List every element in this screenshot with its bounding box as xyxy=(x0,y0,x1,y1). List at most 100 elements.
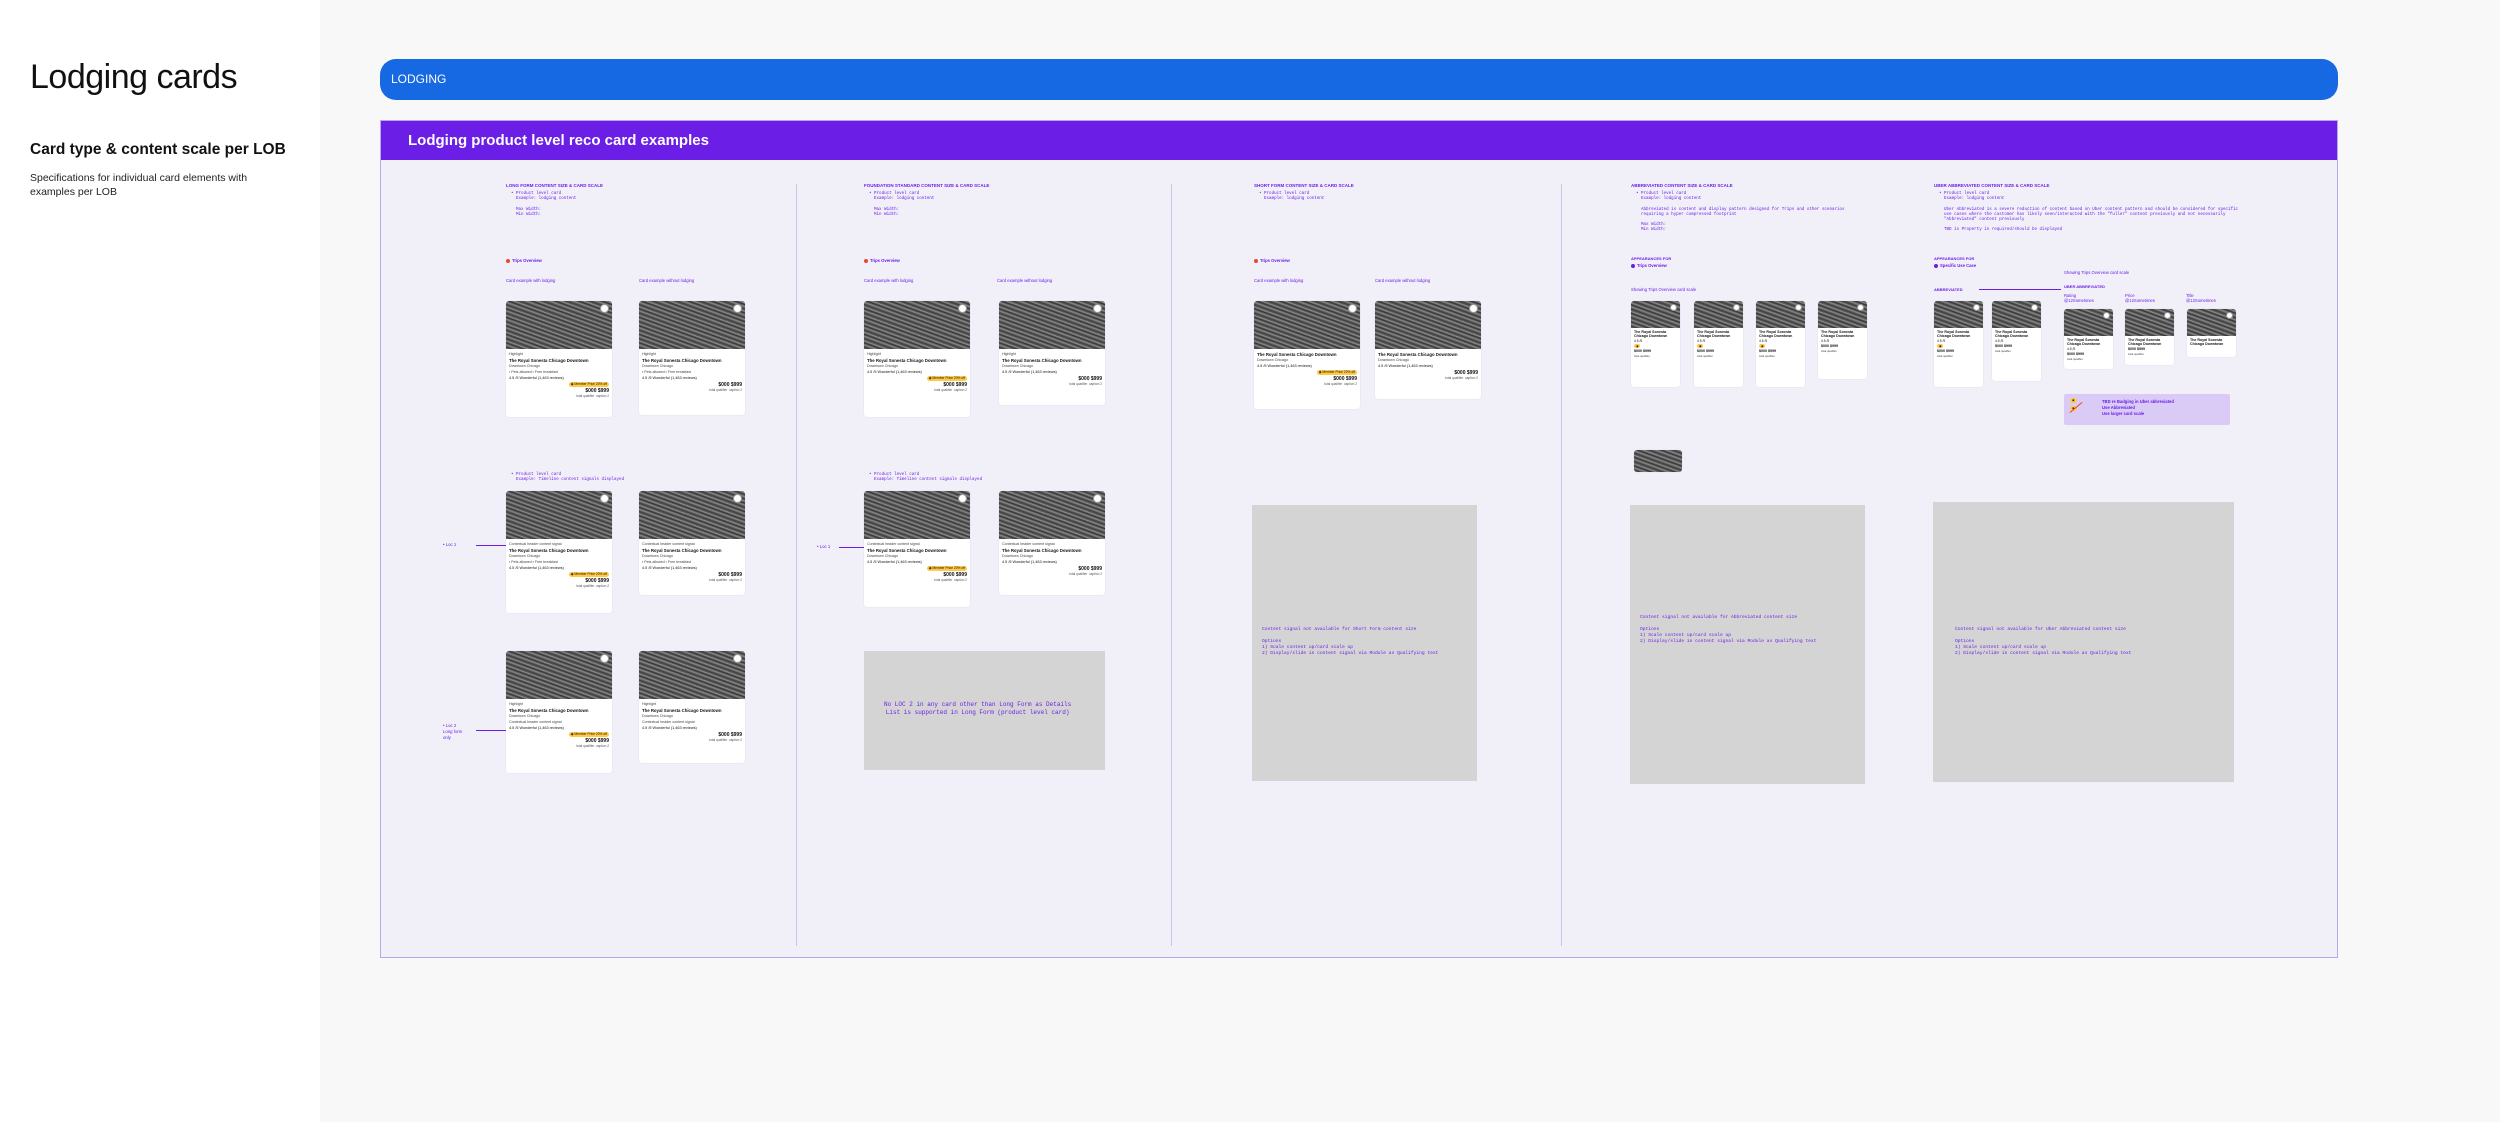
lodging-card[interactable]: Highlight The Royal Sonesta Chicago Downt… xyxy=(999,301,1105,405)
price-qualifier: total qualifier caption 2 xyxy=(934,388,967,392)
card-example-label: Card example with lodging xyxy=(506,278,556,283)
appears-for-heading: APPEARANCES FOR xyxy=(1934,256,1975,261)
favorite-heart-icon[interactable] xyxy=(958,304,967,313)
loc2-callout: • Loc 2 Long form only xyxy=(443,723,463,740)
favorite-heart-icon[interactable] xyxy=(1093,494,1102,503)
favorite-heart-icon[interactable] xyxy=(1469,304,1478,313)
appears-for-tag: Trips Overview xyxy=(1631,263,1667,268)
favorite-heart-icon[interactable] xyxy=(1795,304,1802,311)
hotel-location: Downtown Chicago xyxy=(642,714,673,718)
lodging-card[interactable]: Contextual header content signal The Roya… xyxy=(639,491,745,595)
amenities: ▪ Pets allowed ▪ Free breakfast xyxy=(509,560,559,564)
hotel-photo xyxy=(1375,301,1481,349)
hotel-photo xyxy=(506,491,612,539)
favorite-heart-icon[interactable] xyxy=(1348,304,1357,313)
lodging-card[interactable]: Highlight The Royal Sonesta Chicago Downt… xyxy=(639,301,745,415)
lodging-card[interactable]: The Royal Sonesta Chicago Downtown Downto… xyxy=(1375,301,1481,399)
amenities: ▪ Pets allowed ▪ Free breakfast xyxy=(642,560,692,564)
section-title: UBER ABBREVIATED CONTENT SIZE & CARD SCA… xyxy=(1934,183,2050,188)
abbreviated-card[interactable]: The Royal Sonesta Chicago Downtown 4.5 /5… xyxy=(1694,301,1743,387)
price: $000 $999 xyxy=(1634,349,1651,353)
favorite-heart-icon[interactable] xyxy=(1733,304,1740,311)
lodging-card[interactable]: Highlight The Royal Sonesta Chicago Downt… xyxy=(864,301,970,417)
hotel-photo xyxy=(864,301,970,349)
favorite-heart-icon[interactable] xyxy=(958,494,967,503)
abbreviated-card[interactable]: The Royal Sonesta Chicago Downtown 4.5 /5… xyxy=(1756,301,1805,387)
abbreviated-card[interactable]: The Royal Sonesta Chicago Downtown 4.5 /5… xyxy=(1818,301,1867,379)
reco-card-board: Lodging product level reco card examples… xyxy=(380,120,2338,958)
minimized-card-preview[interactable] xyxy=(1634,450,1682,472)
appears-for-tag: Trips Overview xyxy=(864,258,900,263)
hotel-name: The Royal Sonesta Chicago Downtown xyxy=(509,548,589,553)
lodging-section-bar[interactable]: LODGING xyxy=(380,59,2338,100)
abbreviated-card[interactable]: The Royal Sonesta Chicago Downtown 4.5 /5… xyxy=(1934,301,1983,387)
favorite-heart-icon[interactable] xyxy=(733,654,742,663)
status-dot-icon xyxy=(864,258,868,263)
appears-for-label: Specific Use Case xyxy=(1940,263,1977,268)
favorite-heart-icon[interactable] xyxy=(2226,312,2233,319)
column-divider xyxy=(796,184,797,946)
hotel-photo xyxy=(506,651,612,699)
lodging-card[interactable]: Contextual header content signal The Roya… xyxy=(864,491,970,607)
lodging-card[interactable]: Contextual header content signal The Roya… xyxy=(999,491,1105,595)
favorite-heart-icon[interactable] xyxy=(733,304,742,313)
column-divider xyxy=(1171,184,1172,946)
hotel-photo xyxy=(1254,301,1360,349)
card-example-label: Card example with lodging xyxy=(1254,278,1304,283)
section-title: SHORT FORM CONTENT SIZE & CARD SCALE xyxy=(1254,183,1354,188)
price-qualifier: total qualifier xyxy=(1937,354,1953,358)
favorite-heart-icon[interactable] xyxy=(600,494,609,503)
appears-for-tag: Trips Overview xyxy=(506,258,542,263)
uber-abbreviated-label: UBER ABBREVIATED xyxy=(2064,284,2105,289)
member-price-badge: ◉ Member Price 20% off xyxy=(1316,370,1357,375)
abbreviated-unavailable-placeholder: Content signal not available for Abbrevi… xyxy=(1630,505,1865,784)
spec-text: • Product level card Example: lodging co… xyxy=(869,192,935,217)
status-dot-icon xyxy=(1934,263,1938,268)
rating: 4.5 /5 Wonderful (1,463 reviews) xyxy=(642,376,697,380)
price-qualifier: total qualifier caption 2 xyxy=(576,584,609,588)
favorite-heart-icon[interactable] xyxy=(733,494,742,503)
hotel-name: The Royal Sonesta Chicago Downtown xyxy=(642,358,722,363)
lodging-card[interactable]: Highlight The Royal Sonesta Chicago Downt… xyxy=(506,301,612,417)
abbreviated-card[interactable]: The Royal Sonesta Chicago Downtown 4.5 /5… xyxy=(1631,301,1680,387)
favorite-heart-icon[interactable] xyxy=(600,304,609,313)
sponsor-label: Highlight xyxy=(867,352,881,356)
abbreviated-card[interactable]: The Royal Sonesta Chicago Downtown 4.5 /5… xyxy=(1992,301,2041,381)
favorite-heart-icon[interactable] xyxy=(1973,304,1980,311)
favorite-heart-icon[interactable] xyxy=(2164,312,2171,319)
status-dot-icon xyxy=(506,258,510,263)
lodging-card[interactable]: Contextual header content signal The Roya… xyxy=(506,491,612,613)
appears-for-label: Trips Overview xyxy=(1260,258,1290,263)
favorite-heart-icon[interactable] xyxy=(1670,304,1677,311)
placeholder-text: Content signal not available for Uber Ab… xyxy=(1955,627,2132,656)
member-price-badge: ◉ xyxy=(1697,344,1704,348)
favorite-heart-icon[interactable] xyxy=(2103,312,2110,319)
page-description: Specifications for individual card eleme… xyxy=(30,172,248,198)
rating: 4.5 /5 xyxy=(1634,339,1643,343)
loc1-callout: • Loc 1 xyxy=(817,544,831,549)
placeholder-text: Content signal not available for Abbrevi… xyxy=(1640,615,1817,644)
favorite-heart-icon[interactable] xyxy=(600,654,609,663)
rating: 4.5 /5 Wonderful (1,463 reviews) xyxy=(1257,364,1312,368)
hotel-location: Downtown Chicago xyxy=(642,554,673,558)
placeholder-text: Content signal not available for Short F… xyxy=(1262,627,1439,656)
member-price-badge: ◉ xyxy=(1937,344,1944,348)
abbreviated-card[interactable]: The Royal Sonesta Chicago Downtown $000 $… xyxy=(2125,309,2174,365)
favorite-heart-icon[interactable] xyxy=(2031,304,2038,311)
hotel-name: The Royal Sonesta Chicago Downtown xyxy=(1257,352,1337,357)
rating: 4.5 /5 xyxy=(1937,339,1946,343)
favorite-heart-icon[interactable] xyxy=(1857,304,1864,311)
hotel-name: The Royal Sonesta Chicago Downtown xyxy=(1002,548,1082,553)
lodging-card[interactable]: The Royal Sonesta Chicago Downtown Downto… xyxy=(1254,301,1360,409)
abbreviated-label: ABBREVIATED xyxy=(1934,287,1963,292)
favorite-heart-icon[interactable] xyxy=(1093,304,1102,313)
abbreviated-card[interactable]: The Royal Sonesta Chicago Downtown 4.5 /5… xyxy=(2064,309,2113,369)
hotel-name: The Royal Sonesta Chicago Downtown xyxy=(2190,338,2224,346)
lodging-card[interactable]: Highlight The Royal Sonesta Chicago Downt… xyxy=(506,651,612,773)
abbreviated-card[interactable]: The Royal Sonesta Chicago Downtown xyxy=(2187,309,2236,357)
lodging-card[interactable]: Highlight The Royal Sonesta Chicago Downt… xyxy=(639,651,745,763)
price-qualifier: total qualifier caption 2 xyxy=(576,744,609,748)
board-header: Lodging product level reco card examples xyxy=(381,121,2337,160)
hotel-photo xyxy=(1634,450,1682,472)
rating: 4.5 /5 Wonderful (1,463 reviews) xyxy=(867,370,922,374)
